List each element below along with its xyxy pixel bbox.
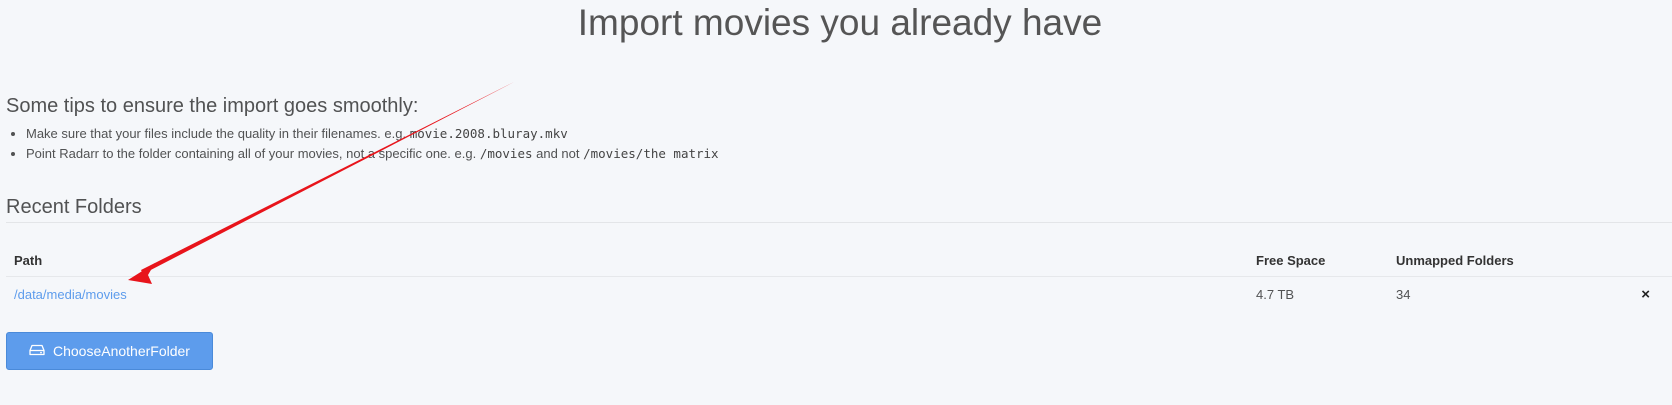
tip-code: movie.2008.bluray.mkv — [409, 126, 568, 141]
remove-folder-icon[interactable]: × — [1641, 286, 1664, 303]
section-divider — [6, 222, 1672, 223]
choose-another-folder-button[interactable]: ChooseAnotherFolder — [6, 332, 213, 370]
table-row: /data/media/movies 4.7 TB 34 × — [6, 277, 1672, 313]
tips-list: Make sure that your files include the qu… — [6, 124, 719, 164]
column-header-path: Path — [6, 244, 1248, 277]
tip-code-2: /movies/the matrix — [583, 146, 719, 161]
column-header-unmapped: Unmapped Folders — [1388, 244, 1626, 277]
tip-item: Point Radarr to the folder containing al… — [26, 144, 719, 164]
tip-text-middle: and not — [532, 146, 584, 161]
unmapped-folders-value: 34 — [1396, 287, 1411, 302]
tips-heading: Some tips to ensure the import goes smoo… — [6, 95, 419, 117]
column-header-free-space: Free Space — [1248, 244, 1388, 277]
free-space-value: 4.7 TB — [1256, 287, 1295, 302]
tip-text: Point Radarr to the folder containing al… — [26, 146, 480, 161]
folder-path-link[interactable]: /data/media/movies — [14, 287, 127, 302]
recent-folders-heading: Recent Folders — [6, 196, 142, 218]
tip-code: /movies — [479, 146, 533, 161]
drive-icon — [29, 343, 45, 359]
tip-item: Make sure that your files include the qu… — [26, 124, 719, 144]
column-header-actions — [1626, 244, 1672, 277]
page-title: Import movies you already have — [577, 2, 1103, 43]
table-header-row: Path Free Space Unmapped Folders — [6, 244, 1672, 277]
recent-folders-table: Path Free Space Unmapped Folders /data/m… — [6, 244, 1672, 312]
choose-button-label: ChooseAnotherFolder — [53, 343, 190, 359]
tip-text: Make sure that your files include the qu… — [26, 126, 410, 141]
annotation-arrow-icon — [128, 82, 514, 284]
